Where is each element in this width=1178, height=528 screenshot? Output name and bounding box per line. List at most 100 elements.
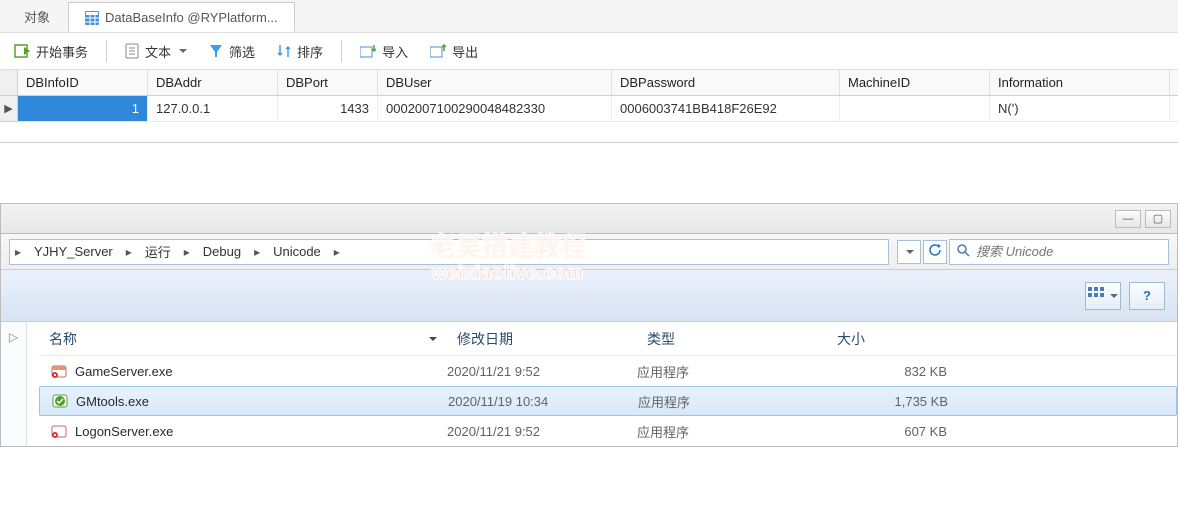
file-pane: ▷ 名称 修改日期 类型 大小 <box>1 322 1177 446</box>
history-dropdown-button[interactable] <box>897 240 921 264</box>
help-icon: ? <box>1143 288 1151 303</box>
col-header-dbport[interactable]: DBPort <box>278 70 378 95</box>
import-label: 导入 <box>382 42 408 61</box>
maximize-button[interactable]: ▢ <box>1145 210 1171 228</box>
row-selector-handle[interactable]: ▶ <box>0 96 17 122</box>
file-size: 832 KB <box>827 364 947 379</box>
cell-dbuser[interactable]: 0002007100290048482330 <box>378 96 612 121</box>
sort-label: 排序 <box>297 42 323 61</box>
text-mode-label: 文本 <box>145 42 171 61</box>
import-icon <box>360 44 376 58</box>
file-name: LogonServer.exe <box>75 424 173 439</box>
filter-button[interactable]: 筛选 <box>205 37 259 65</box>
crumb-root-chevron[interactable]: ▸ <box>10 240 26 264</box>
file-row-logonserver[interactable]: LogonServer.exe 2020/11/21 9:52 应用程序 607… <box>39 416 1177 446</box>
nav-right-controls <box>897 239 1177 265</box>
minimize-icon: — <box>1123 213 1134 225</box>
col-header-size[interactable]: 大小 <box>827 329 967 349</box>
chevron-down-icon <box>906 250 914 254</box>
crumb-chevron[interactable]: ▸ <box>179 240 195 264</box>
file-type: 应用程序 <box>637 422 827 441</box>
file-modified: 2020/11/21 9:52 <box>447 364 637 379</box>
view-list-icon <box>1088 287 1106 304</box>
breadcrumb: ▸ YJHY_Server ▸ 运行 ▸ Debug ▸ Unicode ▸ <box>9 239 889 265</box>
col-header-information[interactable]: Information <box>990 70 1170 95</box>
file-size: 607 KB <box>827 424 947 439</box>
export-icon <box>430 44 446 58</box>
row-selector-header <box>0 70 17 96</box>
col-header-dbaddr[interactable]: DBAddr <box>148 70 278 95</box>
minimize-button[interactable]: — <box>1115 210 1141 228</box>
file-name: GMtools.exe <box>76 394 149 409</box>
row-selector-column: ▶ <box>0 70 18 122</box>
file-row-gmtools[interactable]: GMtools.exe 2020/11/19 10:34 应用程序 1,735 … <box>39 386 1177 416</box>
import-button[interactable]: 导入 <box>356 37 412 65</box>
col-header-type-label: 类型 <box>647 329 675 349</box>
cell-information[interactable]: N(') <box>990 96 1170 121</box>
col-header-type[interactable]: 类型 <box>637 329 827 349</box>
table-icon <box>85 9 99 25</box>
cell-dbinfoid[interactable]: 1 <box>18 96 148 121</box>
data-grid: ▶ DBInfoID DBAddr DBPort DBUser DBPasswo… <box>0 70 1178 122</box>
crumb-run[interactable]: 运行 <box>137 240 179 264</box>
explorer-window: — ▢ ▸ YJHY_Server ▸ 运行 ▸ Debug ▸ Unicode… <box>0 203 1178 447</box>
funnel-icon <box>209 44 223 58</box>
col-header-size-label: 大小 <box>837 329 865 349</box>
search-icon <box>956 243 970 260</box>
help-button[interactable]: ? <box>1129 282 1165 310</box>
grid-header-row: DBInfoID DBAddr DBPort DBUser DBPassword… <box>18 70 1178 96</box>
file-modified: 2020/11/19 10:34 <box>448 394 638 409</box>
col-header-dbpassword[interactable]: DBPassword <box>612 70 840 95</box>
search-box <box>949 239 1169 265</box>
crumb-chevron[interactable]: ▸ <box>121 240 137 264</box>
view-mode-button[interactable] <box>1085 282 1121 310</box>
crumb-chevron[interactable]: ▸ <box>249 240 265 264</box>
window-titlebar: — ▢ <box>1 204 1177 234</box>
cell-dbaddr[interactable]: 127.0.0.1 <box>148 96 278 121</box>
tab-objects[interactable]: 对象 <box>8 1 66 31</box>
crumb-unicode[interactable]: Unicode <box>265 240 329 264</box>
cell-machineid[interactable] <box>840 96 990 121</box>
cell-dbport[interactable]: 1433 <box>278 96 378 121</box>
filter-label: 筛选 <box>229 42 255 61</box>
refresh-button[interactable] <box>923 240 947 264</box>
col-header-modified[interactable]: 修改日期 <box>447 329 637 349</box>
table-row[interactable]: 1 127.0.0.1 1433 0002007100290048482330 … <box>18 96 1178 122</box>
file-type: 应用程序 <box>638 392 828 411</box>
col-header-dbinfoid[interactable]: DBInfoID <box>18 70 148 95</box>
col-header-machineid[interactable]: MachineID <box>840 70 990 95</box>
col-header-dbuser[interactable]: DBUser <box>378 70 612 95</box>
crumb-yjhy-server[interactable]: YJHY_Server <box>26 240 121 264</box>
sort-icon <box>277 44 291 58</box>
file-list: 名称 修改日期 类型 大小 GameServer.ex <box>27 322 1177 446</box>
refresh-icon <box>928 243 942 260</box>
tab-databaseinfo[interactable]: DataBaseInfo @RYPlatform... <box>68 2 295 32</box>
file-header-row: 名称 修改日期 类型 大小 <box>39 322 1177 356</box>
expand-icon[interactable]: ▷ <box>9 330 18 344</box>
chevron-down-icon <box>1110 294 1118 298</box>
crumb-chevron[interactable]: ▸ <box>329 240 345 264</box>
crumb-debug[interactable]: Debug <box>195 240 249 264</box>
sort-button[interactable]: 排序 <box>273 37 327 65</box>
file-type: 应用程序 <box>637 362 827 381</box>
nav-pane-gutter: ▷ <box>1 322 27 446</box>
search-input[interactable] <box>976 244 1162 259</box>
begin-transaction-label: 开始事务 <box>36 42 88 61</box>
file-row-gameserver[interactable]: GameServer.exe 2020/11/21 9:52 应用程序 832 … <box>39 356 1177 386</box>
tab-databaseinfo-label: DataBaseInfo @RYPlatform... <box>105 10 278 25</box>
begin-transaction-button[interactable]: 开始事务 <box>10 37 92 65</box>
database-section: 对象 DataBaseInfo @RYPlatform... 开始事务 文本 <box>0 0 1178 143</box>
cell-dbpassword[interactable]: 0006003741BB418F26E92 <box>612 96 840 121</box>
explorer-nav: ▸ YJHY_Server ▸ 运行 ▸ Debug ▸ Unicode ▸ <box>1 234 1177 270</box>
file-size: 1,735 KB <box>828 394 948 409</box>
export-button[interactable]: 导出 <box>426 37 482 65</box>
document-icon <box>125 43 139 59</box>
db-toolbar: 开始事务 文本 筛选 排序 导入 <box>0 32 1178 70</box>
chevron-down-icon <box>429 337 437 341</box>
exe-icon <box>50 393 70 409</box>
text-mode-button[interactable]: 文本 <box>121 37 191 65</box>
explorer-toolbar: ? <box>1 270 1177 322</box>
col-header-name[interactable]: 名称 <box>39 329 447 349</box>
maximize-icon: ▢ <box>1153 212 1163 225</box>
export-label: 导出 <box>452 42 478 61</box>
